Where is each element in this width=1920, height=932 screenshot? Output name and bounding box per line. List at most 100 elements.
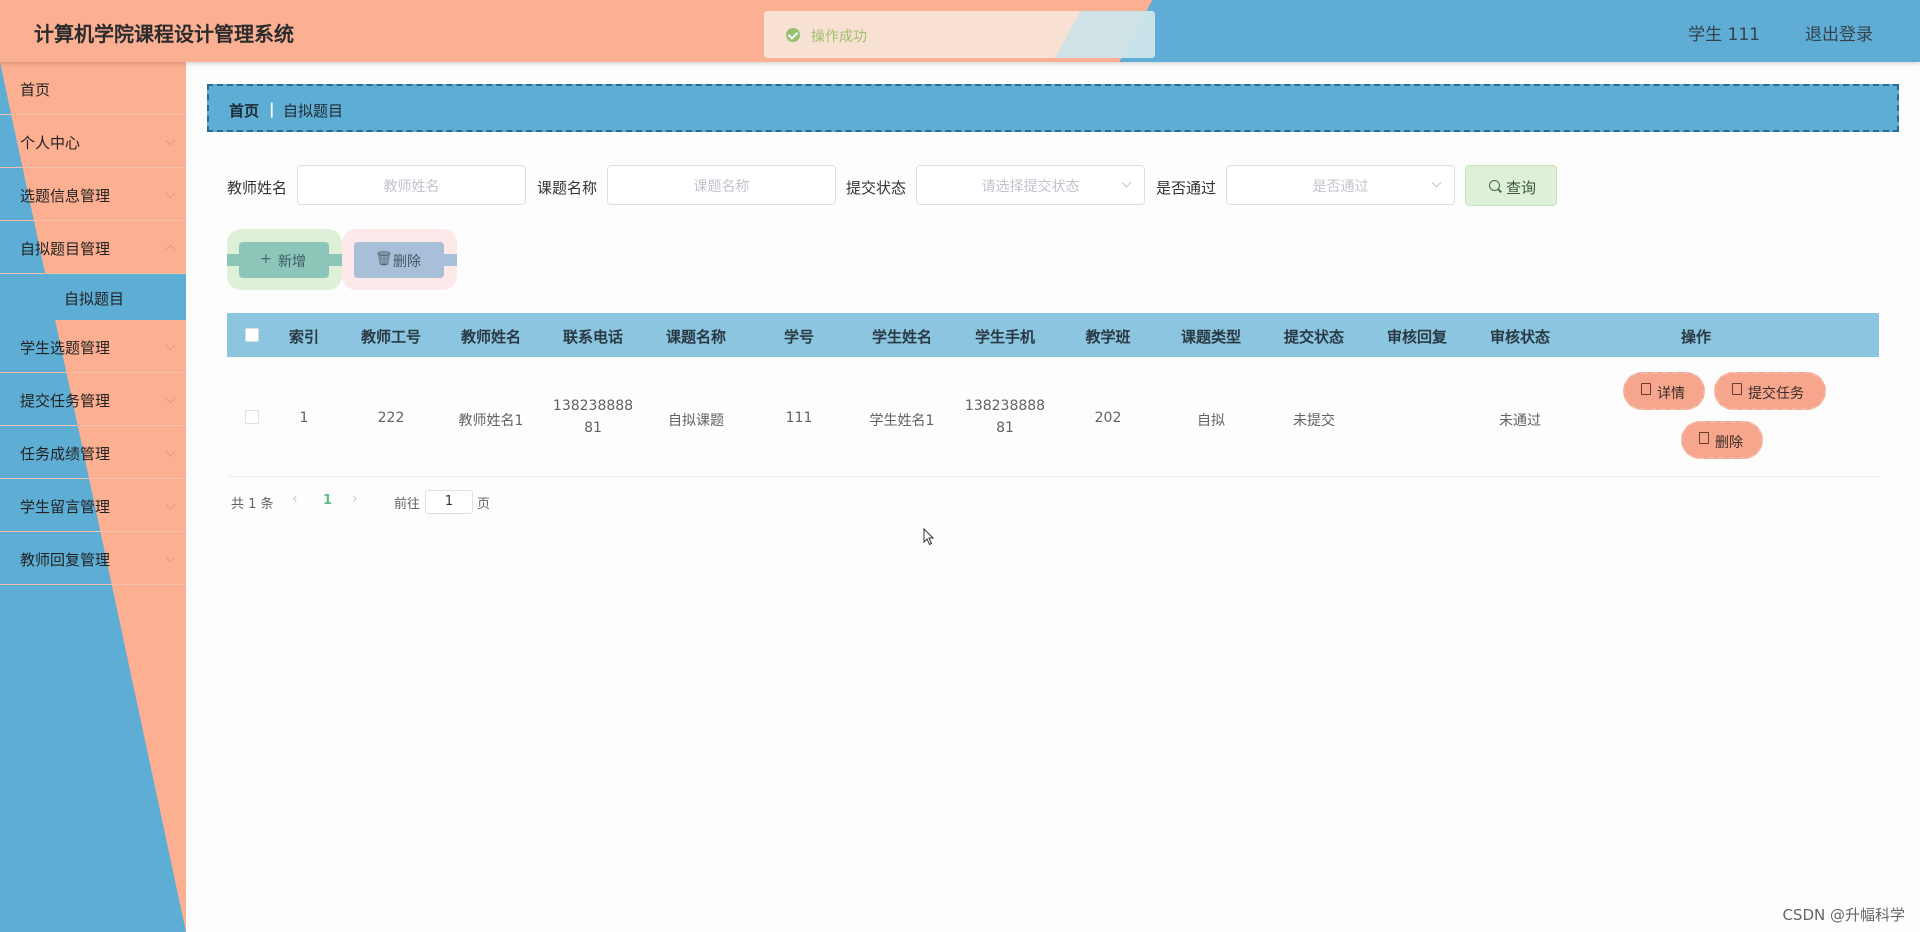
add-button[interactable]: + 新增 xyxy=(239,242,329,278)
topic-name-label: 课题名称 xyxy=(537,179,598,197)
column-header: 教师姓名 xyxy=(460,328,521,346)
trash-icon: 🗑 xyxy=(375,251,393,267)
check-circle-icon xyxy=(786,28,800,42)
column-header: 提交状态 xyxy=(1283,328,1344,346)
cell-student-phone: 138238888 81 xyxy=(955,395,1055,439)
sidebar-item-label: 教师回复管理 xyxy=(20,551,111,569)
chevron-down-icon xyxy=(165,188,176,199)
input-placeholder: 教师姓名 xyxy=(383,179,440,195)
row-checkbox[interactable] xyxy=(245,410,259,424)
add-button-wrapper: + 新增 xyxy=(227,229,342,290)
sidebar-item-topic-info[interactable]: 选题信息管理 xyxy=(0,168,186,221)
column-header: 课题类型 xyxy=(1180,328,1241,346)
sidebar-item-label: 首页 xyxy=(20,81,51,99)
sidebar-item-profile[interactable]: 个人中心 xyxy=(0,115,186,168)
row-delete-button[interactable]: 删除 xyxy=(1681,421,1763,459)
sidebar-item-label: 学生选题管理 xyxy=(20,339,111,357)
pagination-goto-input[interactable]: 1 xyxy=(425,490,473,514)
plus-icon: + xyxy=(260,251,272,267)
cell-phone-line: 138238888 xyxy=(552,398,634,414)
cell-teacher-id: 222 xyxy=(377,410,405,426)
detail-button-label: 详情 xyxy=(1657,386,1685,402)
submit-status-label: 提交状态 xyxy=(846,179,907,197)
sidebar-subitem-custom-topic[interactable]: 自拟题目 xyxy=(0,274,186,320)
cell-teacher-name: 教师姓名1 xyxy=(458,413,524,429)
sidebar-item-label: 学生留言管理 xyxy=(20,498,111,516)
breadcrumb: 首页 | 自拟题目 xyxy=(207,84,1899,132)
sidebar-item-label: 选题信息管理 xyxy=(20,187,111,205)
column-header: 学生姓名 xyxy=(871,328,932,346)
column-header: 课题名称 xyxy=(665,328,726,346)
input-placeholder: 课题名称 xyxy=(693,179,750,195)
sidebar-item-student-message[interactable]: 学生留言管理 xyxy=(0,479,186,532)
add-button-label: 新增 xyxy=(278,254,306,270)
search-icon xyxy=(1489,180,1500,191)
topic-name-input[interactable]: 课题名称 xyxy=(607,165,836,205)
bulk-delete-button[interactable]: 🗑 删除 xyxy=(354,242,444,278)
chevron-down-icon xyxy=(165,552,176,563)
sidebar-item-label: 个人中心 xyxy=(20,134,81,152)
column-header: 索引 xyxy=(288,328,319,346)
sidebar-item-task-score[interactable]: 任务成绩管理 xyxy=(0,426,186,479)
pass-status-select[interactable]: 是否通过 xyxy=(1226,165,1455,205)
select-placeholder: 请选择提交状态 xyxy=(981,179,1080,195)
breadcrumb-separator: | xyxy=(269,100,275,118)
select-all-checkbox[interactable] xyxy=(245,328,259,342)
pagination-current-page[interactable]: 1 xyxy=(323,493,332,508)
delete-button-label: 删除 xyxy=(393,254,421,270)
submit-task-button-label: 提交任务 xyxy=(1748,386,1804,402)
column-header: 教学班 xyxy=(1085,328,1131,346)
teacher-name-label: 教师姓名 xyxy=(227,179,288,197)
submit-task-button[interactable]: 提交任务 xyxy=(1714,372,1826,410)
column-header: 审核状态 xyxy=(1489,328,1550,346)
toast-message: 操作成功 xyxy=(811,29,867,45)
sidebar-item-label: 任务成绩管理 xyxy=(20,445,111,463)
column-header: 学号 xyxy=(783,328,814,346)
column-header: 学生手机 xyxy=(974,328,1035,346)
sidebar: 首页 个人中心 选题信息管理 自拟题目管理 自拟题目 学生选题管理 提交任务管理… xyxy=(0,62,186,932)
detail-button[interactable]: 详情 xyxy=(1623,372,1705,410)
sidebar-item-label: 提交任务管理 xyxy=(20,392,111,410)
row-delete-button-label: 删除 xyxy=(1715,435,1743,451)
cell-phone-line: 138238888 xyxy=(964,398,1046,414)
current-user[interactable]: 学生 111 xyxy=(1688,20,1760,45)
sidebar-item-teacher-reply[interactable]: 教师回复管理 xyxy=(0,532,186,585)
submit-status-select[interactable]: 请选择提交状态 xyxy=(916,165,1145,205)
search-button[interactable]: 查询 xyxy=(1465,165,1557,206)
pass-status-label: 是否通过 xyxy=(1156,179,1217,197)
sidebar-subitem-label: 自拟题目 xyxy=(64,290,125,308)
cell-student-name: 学生姓名1 xyxy=(869,413,935,429)
document-icon xyxy=(1641,383,1651,395)
column-header: 审核回复 xyxy=(1386,328,1447,346)
pagination-page-suffix: 页 xyxy=(477,497,491,512)
pagination-total: 共 1 条 xyxy=(231,497,274,512)
chevron-right-icon[interactable]: › xyxy=(352,491,358,507)
watermark: CSDN @升幅科学 xyxy=(1782,906,1905,924)
cell-phone: 138238888 81 xyxy=(543,395,643,439)
cell-topic-type: 自拟 xyxy=(1197,413,1225,429)
sidebar-item-home[interactable]: 首页 xyxy=(0,62,186,115)
decorative-bar xyxy=(329,254,342,266)
sidebar-item-custom-topic[interactable]: 自拟题目管理 xyxy=(0,221,186,274)
cell-student-id: 111 xyxy=(785,410,813,426)
chevron-down-icon xyxy=(165,393,176,404)
mouse-cursor-icon xyxy=(923,528,935,546)
sidebar-item-submit-task[interactable]: 提交任务管理 xyxy=(0,373,186,426)
logout-link[interactable]: 退出登录 xyxy=(1805,20,1873,45)
table-row: 1 222 教师姓名1 138238888 81 自拟课题 111 学生姓名1 … xyxy=(227,357,1879,477)
chevron-down-icon xyxy=(165,135,176,146)
teacher-name-input[interactable]: 教师姓名 xyxy=(297,165,526,205)
decorative-bar xyxy=(227,254,239,266)
chevron-left-icon[interactable]: ‹ xyxy=(292,491,298,507)
cell-topic: 自拟课题 xyxy=(668,413,724,429)
chevron-down-icon xyxy=(165,340,176,351)
search-button-label: 查询 xyxy=(1506,179,1537,197)
cell-phone-line: 81 xyxy=(584,420,602,436)
breadcrumb-home[interactable]: 首页 xyxy=(229,100,259,121)
cell-class: 202 xyxy=(1094,410,1122,426)
sidebar-item-label: 自拟题目管理 xyxy=(20,240,111,258)
sidebar-item-student-selection[interactable]: 学生选题管理 xyxy=(0,320,186,373)
pagination-goto-label: 前往 xyxy=(394,497,421,512)
trash-icon xyxy=(1699,432,1709,444)
breadcrumb-current: 自拟题目 xyxy=(283,102,344,120)
